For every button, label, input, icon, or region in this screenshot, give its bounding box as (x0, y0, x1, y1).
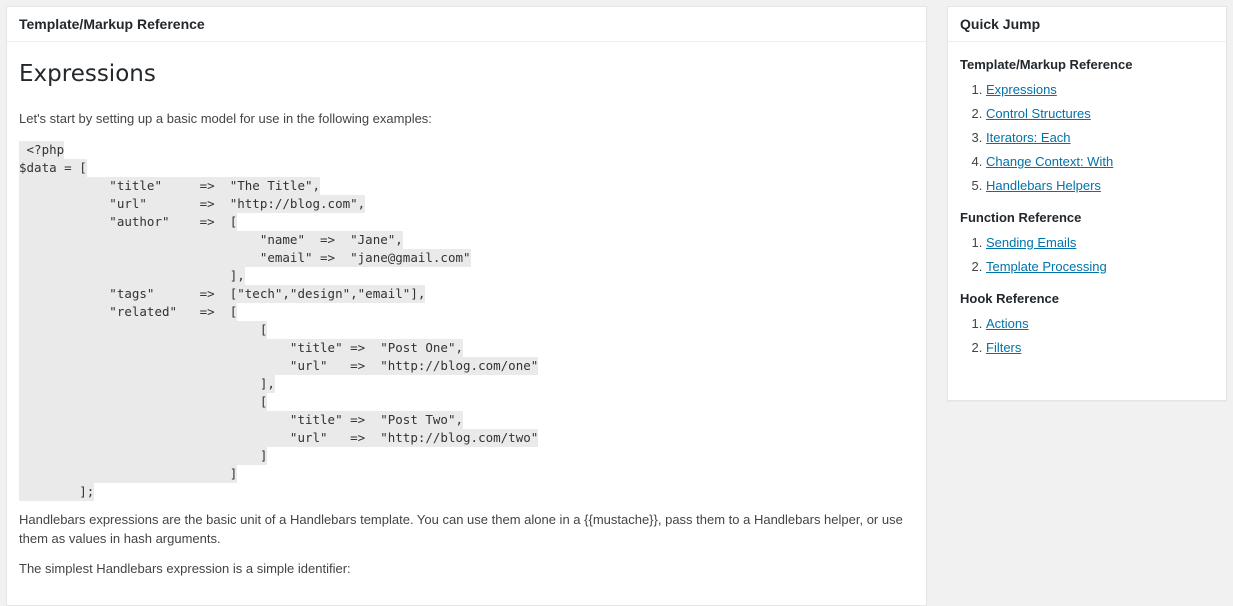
link-change-context-with[interactable]: Change Context: With (986, 154, 1113, 169)
link-iterators-each[interactable]: Iterators: Each (986, 130, 1071, 145)
code-line: "title" => "Post Two", (19, 411, 464, 429)
code-line: ] (19, 447, 268, 465)
code-line: [ (19, 321, 268, 339)
list-item: Actions (986, 312, 1214, 336)
quick-jump-header: Quick Jump (948, 7, 1226, 42)
code-line: ]; (19, 483, 95, 501)
code-line: "title" => "The Title", (19, 177, 321, 195)
main-panel: Template/Markup Reference Expressions Le… (6, 6, 927, 606)
link-filters[interactable]: Filters (986, 340, 1021, 355)
code-line: "url" => "http://blog.com/two" (19, 429, 539, 447)
code-line: ] (19, 465, 238, 483)
code-line: [ (19, 393, 268, 411)
intro-text: Let's start by setting up a basic model … (19, 111, 432, 126)
code-line: "related" => [ (19, 303, 238, 321)
main-panel-body: Expressions Let's start by setting up a … (7, 59, 926, 578)
code-line: "author" => [ (19, 213, 238, 231)
quick-jump-panel: Quick Jump Template/Markup Reference Exp… (947, 6, 1227, 401)
main-panel-header: Template/Markup Reference (7, 7, 926, 42)
list-item: Template Processing (986, 255, 1214, 279)
link-expressions[interactable]: Expressions (986, 82, 1057, 97)
list-item: Sending Emails (986, 231, 1214, 255)
list-item: Change Context: With (986, 150, 1214, 174)
list-item: Filters (986, 336, 1214, 360)
ref-list-hook: Actions Filters (960, 312, 1214, 360)
code-line: "url" => "http://blog.com", (19, 195, 366, 213)
list-item: Iterators: Each (986, 126, 1214, 150)
section-title: Expressions (19, 61, 156, 87)
code-line: ], (19, 267, 245, 285)
ref-list-function: Sending Emails Template Processing (960, 231, 1214, 279)
list-item: Handlebars Helpers (986, 174, 1214, 198)
list-item: Expressions (986, 78, 1214, 102)
link-actions[interactable]: Actions (986, 316, 1029, 331)
ref-heading-function: Function Reference (960, 210, 1082, 225)
ref-heading-hook: Hook Reference (960, 291, 1059, 306)
expressions-paragraph: Handlebars expressions are the basic uni… (19, 512, 903, 546)
code-line: ], (19, 375, 275, 393)
link-template-processing[interactable]: Template Processing (986, 259, 1107, 274)
link-control-structures[interactable]: Control Structures (986, 106, 1091, 121)
code-line: "url" => "http://blog.com/one" (19, 357, 539, 375)
code-block: <?php $data = [ "title" => "The Title", … (19, 141, 914, 501)
ref-list-template: Expressions Control Structures Iterators… (960, 78, 1214, 198)
code-line: $data = [ (19, 159, 87, 177)
code-line: "title" => "Post One", (19, 339, 464, 357)
quick-jump-body: Template/Markup Reference Expressions Co… (948, 56, 1226, 360)
link-sending-emails[interactable]: Sending Emails (986, 235, 1076, 250)
code-line: "name" => "Jane", (19, 231, 403, 249)
link-handlebars-helpers[interactable]: Handlebars Helpers (986, 178, 1101, 193)
list-item: Control Structures (986, 102, 1214, 126)
ref-heading-template: Template/Markup Reference (960, 57, 1133, 72)
code-line: "email" => "jane@gmail.com" (19, 249, 471, 267)
simple-expression-paragraph: The simplest Handlebars expression is a … (19, 561, 351, 576)
code-line: "tags" => ["tech","design","email"], (19, 285, 426, 303)
code-line: <?php (19, 141, 65, 159)
